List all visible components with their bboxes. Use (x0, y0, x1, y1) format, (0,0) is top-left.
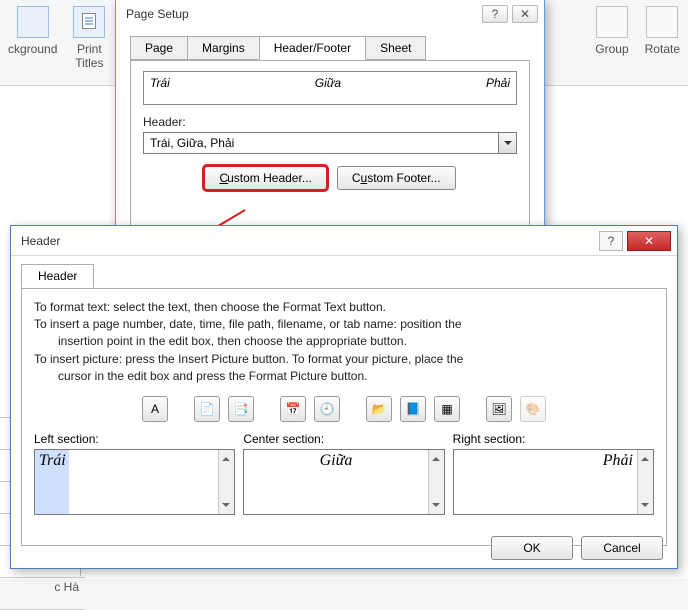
tab-header[interactable]: Header (21, 264, 94, 288)
total-pages-icon: 📑 (234, 403, 249, 415)
tab-page[interactable]: Page (130, 36, 188, 60)
help-icon: ? (608, 235, 615, 247)
file-path-icon: 📂 (372, 403, 387, 415)
file-name-button[interactable]: 📘 (400, 396, 426, 422)
format-text-icon: A (151, 403, 159, 415)
insert-picture-button[interactable]: 🖼 (486, 396, 512, 422)
header-preview: Trái Giữa Phải (143, 71, 517, 105)
scrollbar[interactable] (428, 450, 444, 514)
format-picture-icon: 🎨 (526, 403, 541, 415)
dialog-title: Header (21, 234, 595, 248)
page-setup-dialog: Page Setup ? ✕ Page Margins Header/Foote… (115, 0, 545, 260)
help-button[interactable]: ? (482, 5, 508, 23)
center-section-box[interactable]: Giữa (243, 449, 444, 515)
header-footer-panel: Trái Giữa Phải Header: Trái, Giữa, Phải … (130, 60, 530, 246)
ok-button[interactable]: OK (491, 536, 573, 560)
left-section-input[interactable]: Trái (35, 450, 218, 514)
close-button[interactable]: ✕ (512, 5, 538, 23)
group-icon (596, 6, 628, 38)
preview-right: Phải (486, 76, 510, 100)
ribbon-group[interactable]: Group (595, 6, 628, 56)
header-panel: To format text: select the text, then ch… (21, 288, 667, 546)
header-label: Header: (143, 115, 517, 129)
left-section-box[interactable]: Trái (34, 449, 235, 515)
center-section-input[interactable]: Giữa (244, 450, 427, 514)
page-setup-tabs: Page Margins Header/Footer Sheet (130, 36, 530, 60)
ribbon-label: ckground (8, 42, 57, 56)
custom-header-button[interactable]: Custom Header... (204, 166, 326, 190)
file-path-button[interactable]: 📂 (366, 396, 392, 422)
sheet-name-button[interactable]: ▦ (434, 396, 460, 422)
close-icon: ✕ (520, 8, 530, 20)
help-icon: ? (492, 8, 499, 20)
scrollbar[interactable] (218, 450, 234, 514)
custom-footer-button[interactable]: Custom Footer... (337, 166, 456, 190)
scrollbar[interactable] (637, 450, 653, 514)
right-section-input[interactable]: Phải (454, 450, 637, 514)
header-dialog-titlebar[interactable]: Header ? ✕ (11, 226, 677, 256)
chevron-down-icon[interactable] (498, 133, 516, 153)
date-button[interactable]: 📅 (280, 396, 306, 422)
tab-header-footer[interactable]: Header/Footer (259, 36, 366, 60)
time-button[interactable]: 🕘 (314, 396, 340, 422)
sheet-name-icon: ▦ (441, 403, 452, 415)
time-icon: 🕘 (320, 403, 335, 415)
date-icon: 📅 (286, 403, 301, 415)
header-combo[interactable]: Trái, Giữa, Phải (143, 132, 517, 154)
instructions: To format text: select the text, then ch… (34, 299, 654, 384)
page-setup-titlebar[interactable]: Page Setup ? ✕ (116, 0, 544, 28)
preview-left: Trái (150, 76, 170, 100)
left-section-label: Left section: (34, 432, 235, 446)
page-number-icon: 📄 (200, 403, 215, 415)
header-toolbar: A 📄 📑 📅 🕘 📂 📘 ▦ 🖼 🎨 (34, 396, 654, 422)
format-text-button[interactable]: A (142, 396, 168, 422)
format-picture-button[interactable]: 🎨 (520, 396, 546, 422)
tab-sheet[interactable]: Sheet (365, 36, 426, 60)
file-name-icon: 📘 (406, 403, 421, 415)
ribbon-label: Group (595, 42, 628, 56)
background-icon (17, 6, 49, 38)
tab-margins[interactable]: Margins (187, 36, 260, 60)
preview-center: Giữa (315, 76, 341, 100)
dialog-title: Page Setup (126, 7, 478, 21)
help-button[interactable]: ? (599, 231, 623, 251)
ribbon-print-titles[interactable]: Print Titles (73, 6, 105, 70)
print-titles-icon (73, 6, 105, 38)
total-pages-button[interactable]: 📑 (228, 396, 254, 422)
ribbon-label: Print Titles (75, 42, 103, 70)
header-combo-value: Trái, Giữa, Phải (144, 133, 498, 153)
header-dialog: Header ? ✕ Header To format text: select… (10, 225, 678, 569)
cancel-button[interactable]: Cancel (581, 536, 663, 560)
close-button[interactable]: ✕ (627, 231, 671, 251)
right-section-box[interactable]: Phải (453, 449, 654, 515)
ribbon-background[interactable]: ckground (8, 6, 57, 56)
center-section-label: Center section: (243, 432, 444, 446)
page-number-button[interactable]: 📄 (194, 396, 220, 422)
ribbon-label: Rotate (645, 42, 680, 56)
close-icon: ✕ (644, 235, 654, 247)
rotate-icon (646, 6, 678, 38)
right-section-label: Right section: (453, 432, 654, 446)
insert-picture-icon: 🖼 (491, 403, 506, 415)
ribbon-rotate[interactable]: Rotate (645, 6, 680, 56)
